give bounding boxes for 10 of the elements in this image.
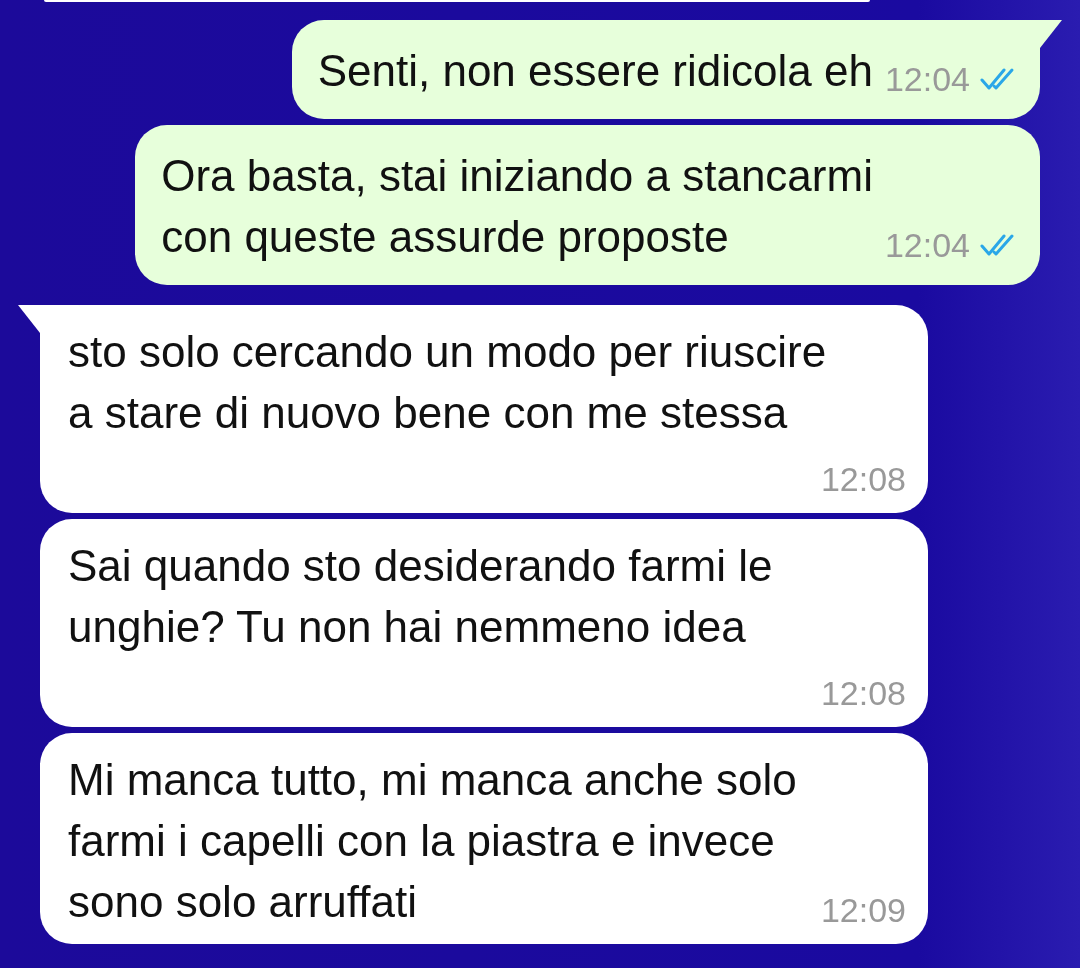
message-text: Ora basta, stai iniziando a stancarmi con queste assurde proposte: [161, 150, 873, 263]
message-time: 12:04: [884, 225, 970, 266]
message-time: 12:08: [820, 459, 906, 500]
message-text: Sai quando sto desiderando farmi le unghie? Tu non hai nemmeno idea: [68, 540, 773, 653]
message-time: 12:09: [820, 890, 906, 931]
message-text: Mi manca tutto, mi manca anche solo farmi i capelli con la piastra e invece sono solo arruffati: [68, 754, 797, 928]
message-text: sto solo cercando un modo per riuscire a stare di nuovo bene con me stessa: [68, 326, 827, 439]
message-text: Senti, non essere ridicola eh: [317, 45, 873, 97]
message-time: 12:04: [884, 59, 970, 100]
message-time: 12:08: [820, 673, 906, 714]
